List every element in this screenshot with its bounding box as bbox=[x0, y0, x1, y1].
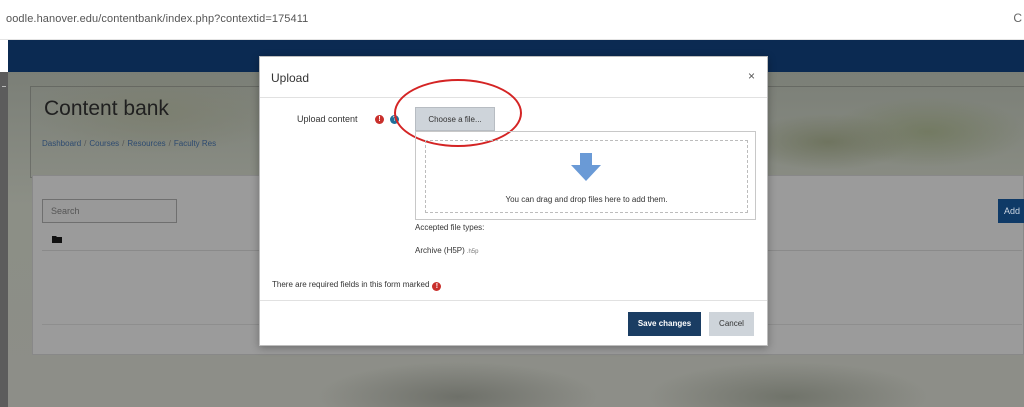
page-title: Content bank bbox=[44, 97, 169, 120]
modal-title: Upload bbox=[271, 71, 310, 85]
search-input[interactable]: Search bbox=[42, 199, 177, 223]
arrow-down-icon bbox=[571, 153, 601, 181]
breadcrumb-courses[interactable]: Courses bbox=[89, 139, 119, 148]
save-changes-button[interactable]: Save changes bbox=[628, 312, 701, 336]
modal-footer-divider bbox=[260, 300, 767, 301]
cancel-button[interactable]: Cancel bbox=[709, 312, 754, 336]
upload-content-label: Upload content bbox=[297, 114, 358, 124]
accepted-type-name: Archive (H5P) bbox=[415, 246, 465, 255]
accepted-types-label: Accepted file types: bbox=[415, 223, 485, 232]
browser-address-bar: oodle.hanover.edu/contentbank/index.php?… bbox=[0, 0, 1024, 40]
breadcrumb-separator: / bbox=[168, 139, 171, 148]
browser-edge-glyph: C bbox=[1013, 11, 1022, 25]
drawer-tick bbox=[2, 86, 6, 87]
left-drawer-strip[interactable] bbox=[0, 72, 8, 407]
breadcrumb-dashboard[interactable]: Dashboard bbox=[42, 139, 81, 148]
folder-icon[interactable] bbox=[52, 235, 62, 243]
breadcrumb: Dashboard / Courses / Resources / Faculty Res bbox=[42, 139, 216, 148]
drop-zone-text: You can drag and drop files here to add … bbox=[505, 195, 668, 204]
required-icon: ! bbox=[432, 282, 442, 291]
accepted-type-extension: .h5p bbox=[466, 249, 479, 255]
upload-modal: Upload × Upload content ! ? Choose a fil… bbox=[259, 56, 768, 346]
close-icon[interactable]: × bbox=[748, 69, 755, 83]
breadcrumb-separator: / bbox=[122, 139, 125, 148]
choose-file-button[interactable]: Choose a file... bbox=[415, 107, 495, 131]
accepted-types-value: Archive (H5P) .h5p bbox=[415, 246, 478, 255]
breadcrumb-faculty-resources[interactable]: Faculty Res bbox=[174, 139, 216, 148]
modal-header: Upload × bbox=[260, 57, 767, 98]
breadcrumb-separator: / bbox=[84, 139, 87, 148]
required-fields-note: There are required fields in this form m… bbox=[272, 280, 442, 291]
breadcrumb-resources[interactable]: Resources bbox=[127, 139, 165, 148]
help-icon[interactable]: ? bbox=[390, 115, 399, 124]
required-note-text: There are required fields in this form m… bbox=[272, 280, 430, 289]
add-button[interactable]: Add bbox=[998, 199, 1024, 223]
url-text[interactable]: oodle.hanover.edu/contentbank/index.php?… bbox=[6, 13, 308, 25]
required-icon: ! bbox=[375, 115, 384, 124]
